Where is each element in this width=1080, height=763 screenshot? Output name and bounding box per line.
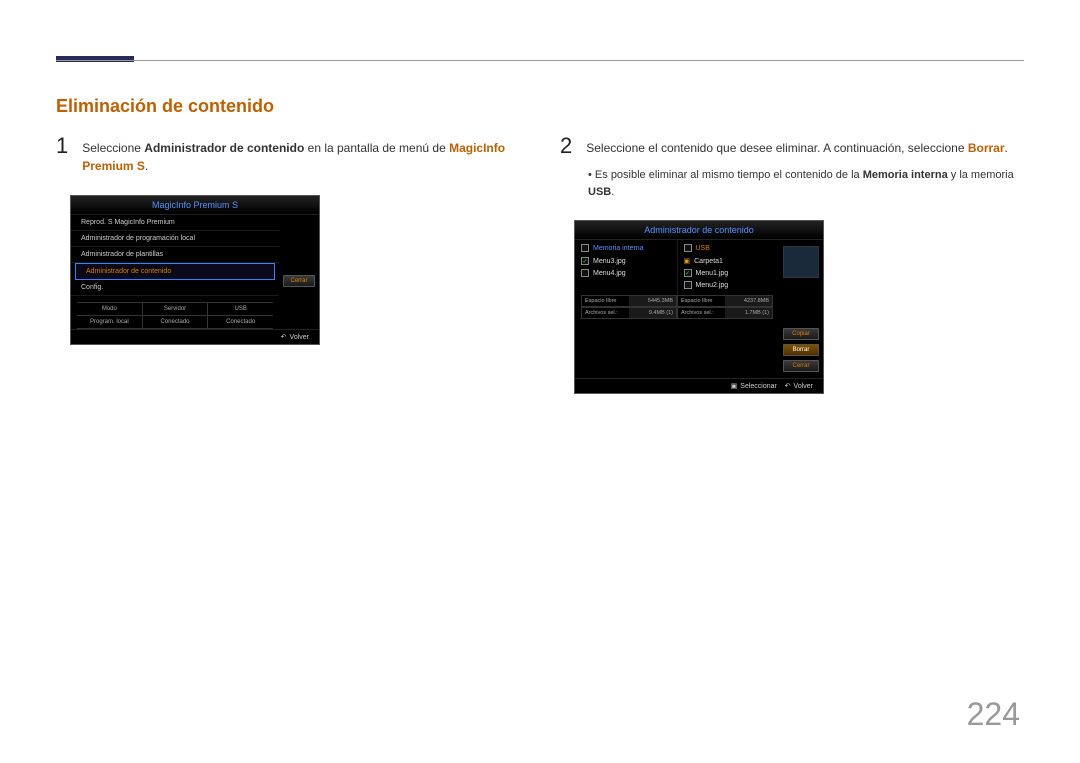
select-icon: ▣ <box>731 383 738 390</box>
panel-footer: ▣Seleccionar ↶Volver <box>575 378 823 393</box>
return-label: Volver <box>794 383 813 390</box>
step-1-text: Seleccione Administrador de contenido en… <box>82 135 520 175</box>
text: y la memoria <box>948 169 1014 181</box>
text: Es posible eliminar al mismo tiempo el c… <box>595 169 863 181</box>
file-name: Menu1.jpg <box>696 270 729 277</box>
header-label: Memoria interna <box>593 245 644 252</box>
panel-footer: ↶Volver <box>71 329 319 344</box>
step-number: 2 <box>560 135 572 157</box>
preview-thumbnail <box>783 246 819 278</box>
folder-name: Carpeta1 <box>694 258 723 265</box>
close-button[interactable]: Cerrar <box>783 360 819 372</box>
text: Seleccione el contenido que desee elimin… <box>586 141 968 155</box>
status-val: Conectado <box>208 316 273 328</box>
content-manager-panel: Administrador de contenido Memoria inter… <box>574 220 824 394</box>
usb-column: USB ▣ Carpeta1 ✓ Menu1.jpg <box>678 240 780 295</box>
delete-button[interactable]: Borrar <box>783 344 819 356</box>
menu-item[interactable]: Config. <box>71 280 279 296</box>
bold-text: Memoria interna <box>863 169 948 181</box>
status-header-row: Modo Servidor USB <box>77 302 273 315</box>
left-column: 1 Seleccione Administrador de contenido … <box>56 135 520 394</box>
menu-item-selected[interactable]: Administrador de contenido <box>75 263 275 280</box>
side-buttons: Copiar Borrar Cerrar <box>779 240 823 378</box>
checkbox-icon[interactable] <box>581 269 589 277</box>
close-button[interactable]: Cerrar <box>283 275 315 287</box>
stat-value: 9.4MB (1) <box>629 308 676 318</box>
page-number: 224 <box>967 696 1020 733</box>
stat-label: Espacio libre <box>582 296 629 306</box>
text: . <box>1005 141 1008 155</box>
checkbox-icon[interactable] <box>684 244 692 252</box>
step-number: 1 <box>56 135 68 157</box>
status-value-row: Program. local Conectado Conectado <box>77 315 273 329</box>
status-val: Conectado <box>143 316 209 328</box>
copy-button[interactable]: Copiar <box>783 328 819 340</box>
file-row[interactable]: Menu4.jpg <box>581 267 671 279</box>
header-accent-bar <box>56 56 134 62</box>
text: . <box>611 186 614 198</box>
file-name: Menu4.jpg <box>593 270 626 277</box>
file-row[interactable]: ✓ Menu1.jpg <box>684 267 774 279</box>
checkbox-icon[interactable]: ✓ <box>581 257 589 265</box>
text: en la pantalla de menú de <box>304 141 449 155</box>
checkbox-icon[interactable] <box>684 281 692 289</box>
column-header-internal[interactable]: Memoria interna <box>581 244 671 255</box>
section-title: Eliminación de contenido <box>56 96 1024 117</box>
folder-icon: ▣ <box>684 257 691 265</box>
status-head: Servidor <box>143 303 209 315</box>
return-icon: ↶ <box>281 334 287 341</box>
stats-row-free: Espacio libre5445.3MB Espacio libre4237.… <box>575 295 779 307</box>
header-label: USB <box>696 245 710 252</box>
file-name: Menu3.jpg <box>593 258 626 265</box>
menu-item[interactable]: Reprod. S MagicInfo Premium <box>71 215 279 231</box>
text: . <box>145 159 148 173</box>
note-bullet: Es posible eliminar al mismo tiempo el c… <box>588 167 1024 200</box>
return-label: Volver <box>290 334 309 341</box>
bold-text: Administrador de contenido <box>144 141 304 155</box>
stat-value: 5445.3MB <box>629 296 676 306</box>
return-icon: ↶ <box>785 383 791 390</box>
panel-title: Administrador de contenido <box>575 221 823 240</box>
stat-label: Archivos sel.: <box>582 308 629 318</box>
status-head: Modo <box>77 303 143 315</box>
right-column: 2 Seleccione el contenido que desee elim… <box>560 135 1024 394</box>
status-head: USB <box>208 303 273 315</box>
internal-memory-column: Memoria interna ✓ Menu3.jpg Menu4.jpg <box>575 240 678 295</box>
accent-text: Borrar <box>968 141 1005 155</box>
stats-row-selected: Archivos sel.:9.4MB (1) Archivos sel.:1.… <box>575 307 779 319</box>
menu-item[interactable]: Administrador de programación local <box>71 231 279 247</box>
folder-row[interactable]: ▣ Carpeta1 <box>684 255 774 267</box>
checkbox-icon[interactable] <box>581 244 589 252</box>
menu-list: Reprod. S MagicInfo Premium Administrado… <box>71 215 279 296</box>
select-label: Seleccionar <box>740 383 777 390</box>
header-rule <box>56 60 1024 61</box>
panel-title: MagicInfo Premium S <box>71 196 319 215</box>
step-2-text: Seleccione el contenido que desee elimin… <box>586 135 1008 157</box>
file-name: Menu2.jpg <box>696 282 729 289</box>
magicinfo-menu-panel: MagicInfo Premium S Reprod. S MagicInfo … <box>70 195 320 345</box>
column-header-usb[interactable]: USB <box>684 244 774 255</box>
step-1: 1 Seleccione Administrador de contenido … <box>56 135 520 175</box>
menu-item[interactable]: Administrador de plantillas <box>71 247 279 263</box>
text: Seleccione <box>82 141 144 155</box>
file-row[interactable]: ✓ Menu3.jpg <box>581 255 671 267</box>
stat-label: Espacio libre <box>678 296 725 306</box>
stat-value: 4237.8MB <box>725 296 772 306</box>
stat-label: Archivos sel.: <box>678 308 725 318</box>
stat-value: 1.7MB (1) <box>725 308 772 318</box>
checkbox-icon[interactable]: ✓ <box>684 269 692 277</box>
file-row[interactable]: Menu2.jpg <box>684 279 774 291</box>
step-2: 2 Seleccione el contenido que desee elim… <box>560 135 1024 157</box>
status-val: Program. local <box>77 316 143 328</box>
bold-text: USB <box>588 186 611 198</box>
